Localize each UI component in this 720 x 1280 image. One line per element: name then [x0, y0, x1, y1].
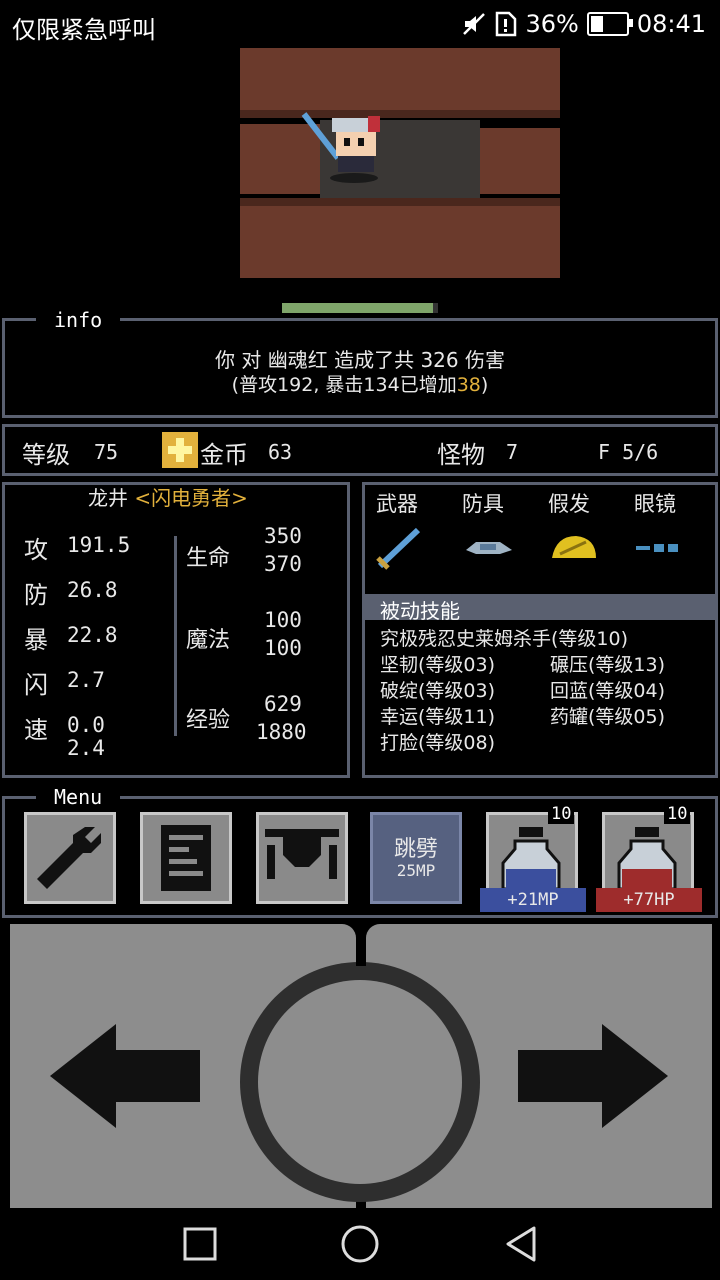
hp-max: 370	[264, 552, 302, 576]
crit-bonus: 38	[456, 374, 481, 396]
wall-tile	[480, 128, 560, 194]
mp-current: 100	[264, 608, 302, 632]
stat-label: 攻	[24, 536, 48, 564]
equipment-slot-label: 防具	[462, 492, 504, 516]
info-line-2: (普攻192, 暴击134已增加38)	[0, 370, 720, 397]
skill-name: 跳劈	[393, 837, 438, 862]
mute-icon	[463, 13, 486, 35]
battery-icon	[586, 12, 633, 36]
stat-value-secondary: 2.4	[67, 736, 105, 760]
exp-current: 629	[264, 692, 302, 716]
wall-tile	[240, 206, 560, 278]
gold-coin-icon	[162, 432, 198, 468]
carrier-text: 仅限紧急呼叫	[12, 16, 156, 44]
monster-value: 7	[506, 440, 519, 464]
left-arrow-icon	[50, 1024, 200, 1128]
pad-divider	[356, 924, 366, 966]
hp-label: 生命	[186, 546, 231, 571]
hp-potion-count: 10	[664, 804, 691, 824]
passive-skill: 碾压(等级13)	[550, 654, 666, 676]
passive-skill: 究极残忍史莱姆杀手(等级10)	[380, 628, 629, 650]
mp-max: 100	[264, 636, 302, 660]
stat-label: 防	[24, 581, 48, 609]
equipment-slot-label: 武器	[376, 492, 418, 516]
hero-hp-fill	[282, 303, 434, 313]
clock: 08:41	[636, 10, 706, 38]
info-title: info	[36, 308, 121, 332]
stat-label: 速	[24, 716, 48, 744]
passive-skill: 回蓝(等级04)	[550, 680, 666, 702]
stat-value: 191.5	[67, 533, 131, 557]
stat-value: 2.7	[67, 668, 105, 692]
passive-skill: 药罐(等级05)	[550, 706, 666, 728]
info-line-2-text: (普攻192, 暴击134已增加	[231, 374, 457, 396]
stat-label: 闪	[24, 671, 48, 699]
sim-alert-icon	[496, 11, 517, 37]
exp-label: 经验	[186, 708, 231, 733]
hp-potion-effect: +77HP	[596, 888, 702, 912]
menu-title: Menu	[36, 785, 121, 809]
passive-skill: 打脸(等级08)	[380, 732, 496, 754]
home-icon[interactable]	[340, 1224, 380, 1264]
passive-title: 被动技能	[380, 599, 460, 623]
dungeon-view[interactable]	[240, 48, 560, 278]
gold-value: 63	[268, 440, 293, 464]
hp-current: 350	[264, 524, 302, 548]
log-button[interactable]	[140, 812, 232, 904]
equipment-slot-label: 假发	[548, 492, 590, 516]
stat-divider	[174, 536, 177, 736]
wall-shadow	[240, 110, 560, 118]
skill-jump-slash-button[interactable]: 跳劈 25MP	[370, 812, 462, 904]
mp-potion-count: 10	[548, 804, 575, 824]
document-icon	[161, 825, 211, 891]
wall-shadow	[240, 198, 560, 206]
wall-tile	[240, 48, 560, 114]
wrench-icon	[37, 827, 101, 889]
mp-label: 魔法	[186, 628, 231, 653]
floor-indicator: F 5/6	[598, 440, 659, 464]
stat-value: 22.8	[67, 623, 118, 647]
passive-skill: 幸运(等级11)	[380, 706, 496, 728]
level-label: 等级	[22, 441, 70, 469]
status-icons: 36% 08:41	[461, 10, 706, 38]
character-info: 龙井 <闪电勇者>	[88, 482, 248, 511]
mp-potion-effect: +21MP	[480, 888, 586, 912]
hero-sprite[interactable]	[298, 106, 394, 184]
character-name: 龙井	[88, 486, 128, 510]
skill-cost: 25MP	[396, 861, 436, 880]
map-icon	[265, 829, 339, 879]
battery-percent: 36%	[525, 10, 579, 38]
info-line-1: 你 对 幽魂红 造成了共 326 伤害	[215, 348, 505, 372]
sword-icon[interactable]	[374, 524, 430, 578]
level-value: 75	[94, 440, 119, 464]
monster-label: 怪物	[437, 441, 485, 469]
stat-value: 26.8	[67, 578, 118, 602]
exp-max: 1880	[256, 720, 307, 744]
settings-button[interactable]	[24, 812, 116, 904]
passive-skill: 坚韧(等级03)	[380, 654, 496, 676]
wig-icon[interactable]	[546, 524, 602, 578]
glasses-icon[interactable]	[632, 524, 688, 578]
action-button[interactable]	[258, 980, 462, 1184]
character-title: <闪电勇者>	[134, 486, 248, 510]
recents-icon[interactable]	[182, 1226, 218, 1262]
back-icon[interactable]	[502, 1224, 540, 1264]
status-bar: 仅限紧急呼叫 36% 08:41	[0, 0, 720, 48]
gold-label: 金币	[200, 441, 248, 469]
equipment-slot-label: 眼镜	[634, 492, 676, 516]
armor-icon[interactable]	[460, 524, 516, 578]
right-arrow-icon	[518, 1024, 668, 1128]
stat-label: 暴	[24, 626, 48, 654]
info-line-2-end: )	[480, 374, 489, 396]
map-button[interactable]	[256, 812, 348, 904]
passive-skill: 破绽(等级03)	[380, 680, 496, 702]
stat-value: 0.0	[67, 713, 105, 737]
